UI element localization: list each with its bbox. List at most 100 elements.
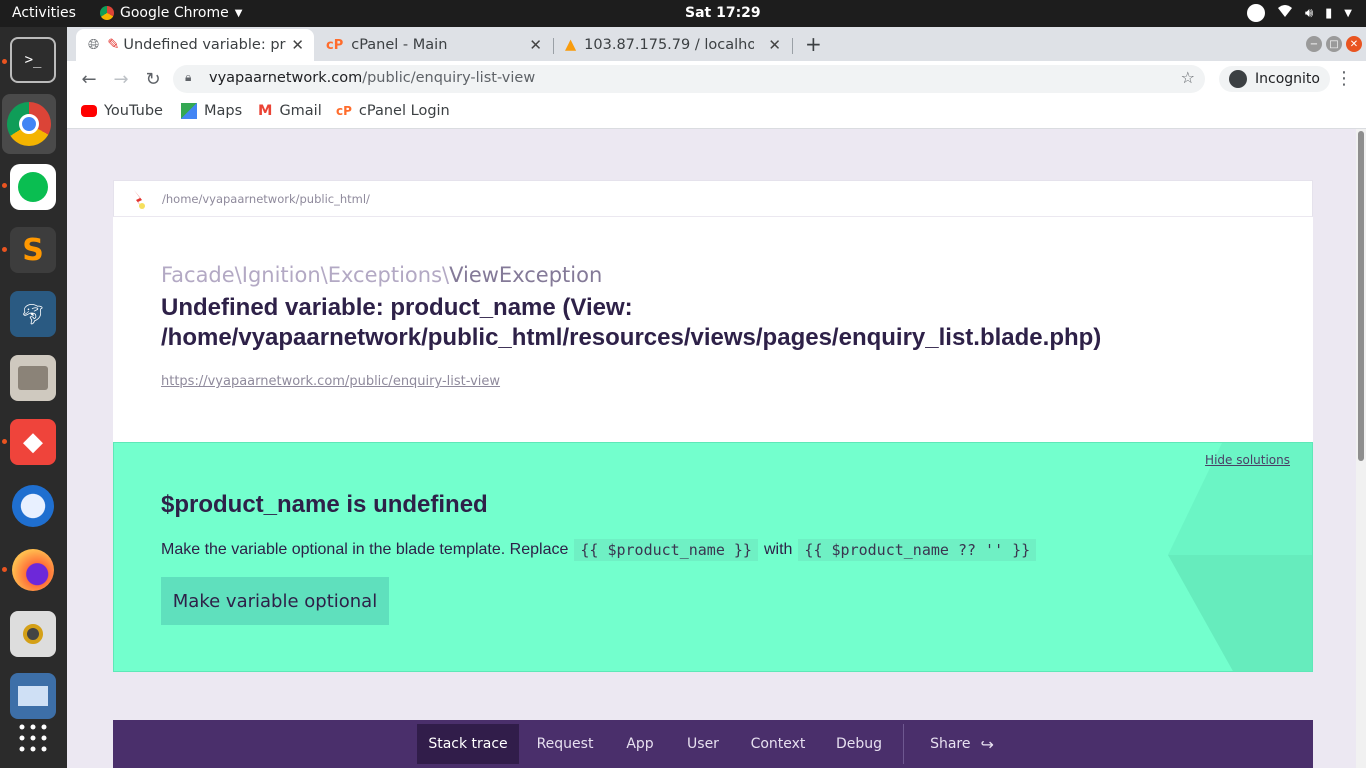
app-menu[interactable]: Google Chrome ▼	[100, 5, 242, 21]
speaker-icon[interactable]	[10, 611, 56, 657]
tab-phpmyadmin[interactable]: ▲ 103.87.175.79 / localhost / ✕	[553, 29, 791, 61]
tab-stack-trace[interactable]: Stack trace	[417, 724, 519, 764]
sublime-text-icon[interactable]: S	[10, 227, 56, 273]
share-button[interactable]: Share ↪	[917, 724, 1007, 764]
incognito-label: Incognito	[1255, 71, 1320, 87]
close-tab-icon[interactable]: ✕	[529, 36, 542, 54]
system-tray[interactable]: 🔊︎ ▮ ▼	[1246, 4, 1352, 22]
browser-toolbar: ← → ↻ 🔒︎ vyapaarnetwork.com/public/enqui…	[67, 61, 1366, 97]
wifi-icon[interactable]	[1277, 4, 1293, 22]
close-window-icon[interactable]: ✕	[1346, 36, 1362, 52]
solution-title: $product_name is undefined	[161, 491, 488, 518]
bookmark-star-icon[interactable]: ☆	[1181, 68, 1195, 87]
url-domain: vyapaarnetwork.com	[209, 70, 363, 86]
tab-app[interactable]: App	[611, 724, 669, 764]
bookmark-label: YouTube	[104, 103, 163, 119]
battery-icon[interactable]: ▮	[1325, 6, 1332, 21]
address-bar[interactable]: 🔒︎ vyapaarnetwork.com/public/enquiry-lis…	[173, 65, 1205, 93]
url-text[interactable]: vyapaarnetwork.com/public/enquiry-list-v…	[209, 70, 535, 86]
maps-icon	[181, 103, 197, 119]
reload-icon[interactable]: ↻	[141, 67, 165, 91]
path-bar: /home/vyapaarnetwork/public_html/	[113, 180, 1313, 217]
page-scrollbar[interactable]	[1356, 129, 1366, 768]
bookmarks-bar: YouTube Maps M Gmail cP cPanel Login	[67, 97, 1366, 129]
more-menu-icon[interactable]: ⋮	[1335, 68, 1353, 89]
solution-description: Make the variable optional in the blade …	[161, 539, 1037, 561]
anydesk-icon[interactable]: ◆	[10, 419, 56, 465]
tab-undefined-variable[interactable]: 🌐︎ ✎ Undefined variable: pr ✕	[76, 29, 314, 61]
youtube-icon	[81, 105, 97, 117]
bookmark-gmail[interactable]: M Gmail	[258, 103, 322, 119]
tabs-divider	[903, 724, 904, 764]
thunderbird-icon[interactable]	[10, 483, 56, 529]
exception-class-name: ViewException	[449, 263, 603, 287]
solution-decoration	[1168, 443, 1312, 671]
app-grid-icon[interactable]	[10, 715, 56, 761]
page-content: /home/vyapaarnetwork/public_html/ Facade…	[67, 129, 1356, 768]
terminal-icon[interactable]: >_	[10, 37, 56, 83]
tab-request[interactable]: Request	[527, 724, 603, 764]
scrollbar-thumb[interactable]	[1358, 131, 1364, 461]
activities-button[interactable]: Activities	[12, 5, 76, 21]
make-variable-optional-button[interactable]: Make variable optional	[161, 577, 389, 625]
share-arrow-icon: ↪	[980, 734, 994, 754]
chevron-down-icon[interactable]: ▼	[1344, 8, 1352, 19]
chevron-down-icon: ▼	[234, 7, 243, 19]
screenshot-icon[interactable]	[10, 673, 56, 719]
tab-title: 103.87.175.79 / localhost /	[584, 37, 755, 53]
tab-context[interactable]: Context	[737, 724, 819, 764]
close-tab-icon[interactable]: ✕	[291, 36, 304, 54]
section-tabs: Stack trace Request App User Context Deb…	[113, 720, 1313, 768]
maximize-icon[interactable]: □	[1326, 36, 1342, 52]
tab-user[interactable]: User	[677, 724, 729, 764]
tab-title: cPanel - Main	[351, 37, 448, 53]
exception-message: Undefined variable: product_name (View: …	[161, 294, 1102, 351]
tab-debug[interactable]: Debug	[827, 724, 891, 764]
phpmyadmin-favicon-icon: ▲	[565, 37, 577, 53]
chrome-icon[interactable]	[2, 94, 56, 154]
exception-namespace: Facade\Ignition\Exceptions\	[161, 263, 450, 287]
clock[interactable]: Sat 17:29	[685, 5, 761, 21]
back-icon[interactable]: ←	[77, 67, 101, 91]
bookmark-label: cPanel Login	[358, 103, 450, 119]
tab-cpanel[interactable]: cP cPanel - Main ✕	[314, 29, 552, 61]
tab-strip: 🌐︎ ✎ Undefined variable: pr ✕ cP cPanel …	[67, 27, 1366, 61]
error-card: /home/vyapaarnetwork/public_html/ Facade…	[113, 180, 1313, 442]
solution-desc-prefix: Make the variable optional in the blade …	[161, 541, 569, 558]
bookmark-label: Maps	[204, 103, 243, 119]
code-to: {{ $product_name ?? '' }}	[798, 539, 1037, 561]
chrome-small-icon	[100, 6, 114, 20]
firefox-icon[interactable]	[10, 547, 56, 593]
solution-desc-with: with	[763, 541, 793, 558]
bookmark-label: Gmail	[279, 103, 322, 119]
bookmark-cpanel-login[interactable]: cP cPanel Login	[336, 103, 450, 119]
url-path: /public/enquiry-list-view	[362, 70, 536, 86]
hide-solutions-link[interactable]: Hide solutions	[1205, 453, 1290, 467]
laravel-favicon-icon: ✎	[107, 37, 120, 53]
close-tab-icon[interactable]: ✕	[768, 36, 781, 54]
bookmark-maps[interactable]: Maps	[181, 103, 242, 119]
flock-tray-icon[interactable]	[1246, 4, 1265, 22]
incognito-badge[interactable]: Incognito	[1219, 66, 1330, 92]
forward-icon[interactable]: →	[109, 67, 133, 91]
app-path: /home/vyapaarnetwork/public_html/	[162, 192, 370, 206]
incognito-icon	[1229, 70, 1247, 88]
app-menu-label: Google Chrome	[120, 5, 229, 21]
lock-icon[interactable]: 🔒︎	[185, 70, 191, 85]
volume-icon[interactable]: 🔊︎	[1305, 6, 1313, 21]
gmail-icon: M	[258, 103, 273, 119]
flock-icon[interactable]	[10, 164, 56, 210]
new-tab-button[interactable]: +	[805, 32, 822, 56]
file-manager-icon[interactable]	[10, 355, 56, 401]
minimize-icon[interactable]: −	[1306, 36, 1322, 52]
system-top-bar: Activities Google Chrome ▼ Sat 17:29 🔊︎ …	[0, 0, 1366, 27]
request-url-link[interactable]: https://vyapaarnetwork.com/public/enquir…	[161, 374, 500, 389]
code-from: {{ $product_name }}	[574, 539, 758, 561]
exception-class: Facade\Ignition\Exceptions\ViewException	[161, 263, 602, 287]
share-label: Share	[930, 736, 971, 752]
globe-icon: 🌐︎	[88, 37, 100, 53]
cpanel-icon: cP	[336, 104, 352, 118]
mysql-workbench-icon[interactable]: 🐬︎	[10, 291, 56, 337]
ignition-logo-icon	[132, 190, 146, 214]
bookmark-youtube[interactable]: YouTube	[81, 103, 163, 119]
